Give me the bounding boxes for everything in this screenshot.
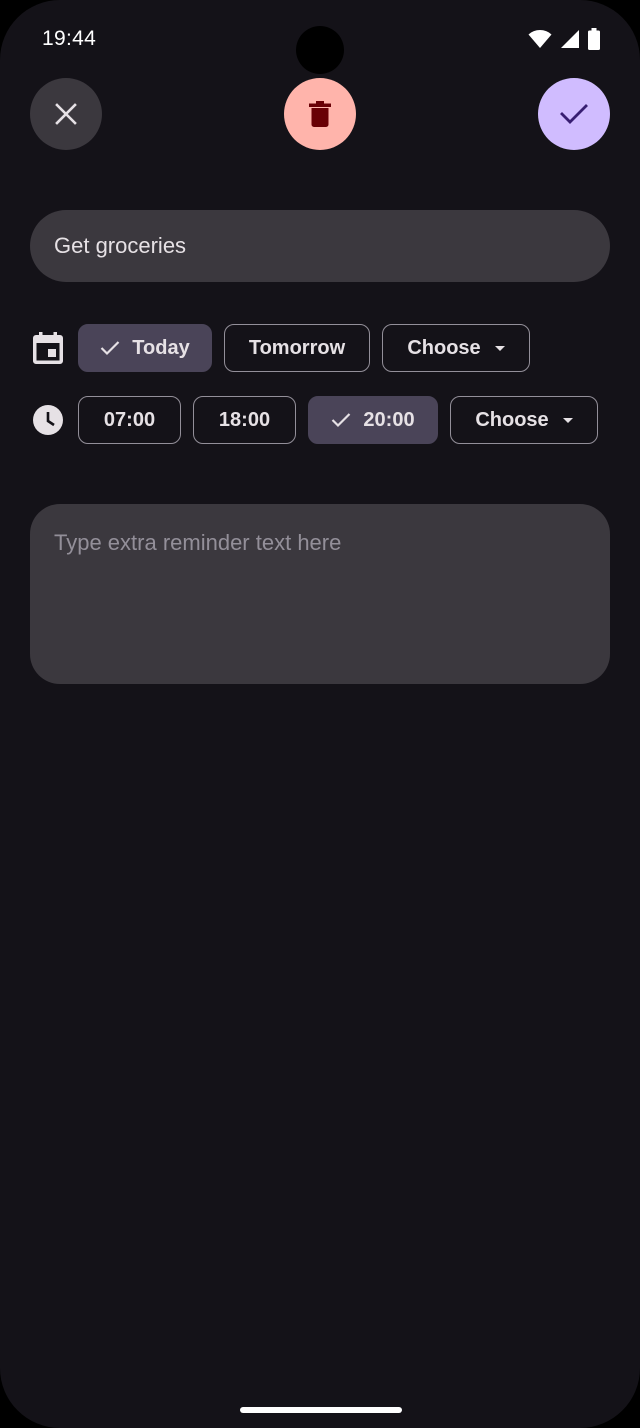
signal-icon	[561, 30, 579, 48]
status-icons	[528, 28, 600, 50]
wifi-icon	[528, 30, 552, 48]
check-icon	[101, 341, 120, 356]
time-chip-choose[interactable]: Choose	[450, 396, 598, 444]
chip-label: Today	[132, 336, 190, 359]
home-indicator[interactable]	[240, 1407, 402, 1413]
notes-placeholder: Type extra reminder text here	[54, 530, 342, 555]
delete-button[interactable]	[284, 78, 356, 150]
chip-label: Choose	[475, 408, 549, 431]
status-time: 19:44	[42, 27, 97, 50]
app-screen: 19:44 Get groceries Today Tomorrow Choos…	[0, 0, 640, 1428]
time-chip-2000[interactable]: 20:00	[308, 396, 438, 444]
chip-label: 07:00	[103, 408, 156, 431]
calendar-icon	[32, 332, 64, 364]
close-icon	[55, 103, 77, 125]
date-chip-today[interactable]: Today	[78, 324, 212, 372]
trash-icon	[309, 101, 331, 127]
dropdown-arrow-icon	[562, 417, 573, 423]
date-chip-choose[interactable]: Choose	[382, 324, 530, 372]
reminder-title-text: Get groceries	[54, 233, 187, 258]
chip-label: Tomorrow	[248, 336, 346, 359]
camera-cutout	[296, 26, 344, 74]
chip-label: 20:00	[363, 408, 415, 431]
check-icon	[332, 413, 351, 428]
date-chip-tomorrow[interactable]: Tomorrow	[224, 324, 370, 372]
save-button[interactable]	[538, 78, 610, 150]
clock-icon	[32, 404, 64, 436]
reminder-notes-input[interactable]: Type extra reminder text here	[30, 504, 610, 684]
status-bar: 19:44	[0, 0, 640, 80]
battery-icon	[588, 28, 600, 50]
reminder-title-input[interactable]: Get groceries	[30, 210, 610, 282]
check-icon	[560, 104, 588, 124]
chip-label: 18:00	[218, 408, 271, 431]
chip-label: Choose	[407, 336, 481, 359]
time-chip-1800[interactable]: 18:00	[193, 396, 296, 444]
dropdown-arrow-icon	[494, 345, 505, 351]
time-chip-0700[interactable]: 07:00	[78, 396, 181, 444]
close-button[interactable]	[30, 78, 102, 150]
